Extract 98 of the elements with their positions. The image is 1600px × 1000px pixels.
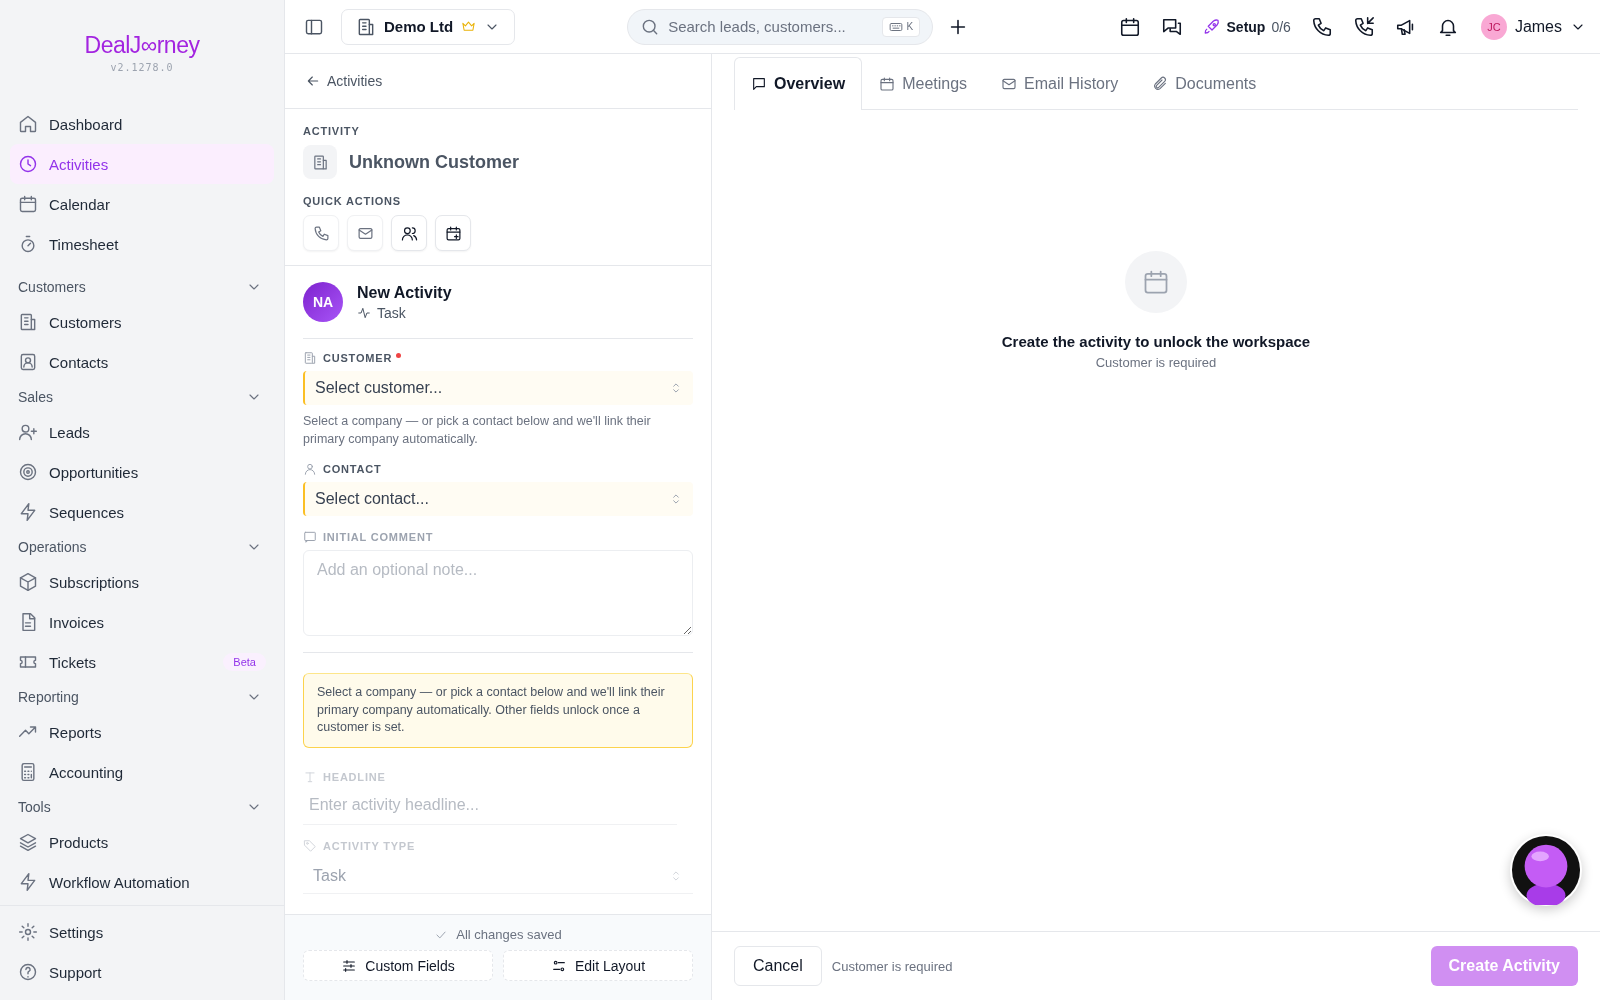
empty-state-subtitle: Customer is required bbox=[1095, 355, 1217, 370]
back-link[interactable]: Activities bbox=[305, 73, 383, 89]
sidebar-item[interactable]: Tickets Beta bbox=[10, 642, 274, 682]
empty-state-title: Create the activity to unlock the workspace bbox=[1001, 333, 1311, 350]
customer-name: Unknown Customer bbox=[349, 151, 519, 173]
sidebar-item[interactable]: Customers bbox=[10, 302, 274, 342]
validation-message: Customer is required bbox=[831, 958, 953, 974]
building-icon bbox=[356, 16, 376, 37]
section-heading: Sales bbox=[18, 389, 54, 405]
sidebar-item[interactable]: Leads bbox=[10, 412, 274, 452]
add-user-icon bbox=[18, 422, 38, 442]
users-button[interactable] bbox=[391, 215, 427, 251]
arrow-left-icon bbox=[305, 73, 321, 89]
assistant-button[interactable] bbox=[1510, 834, 1582, 906]
pulse-icon bbox=[357, 305, 371, 320]
activity-type-label: Task bbox=[357, 304, 452, 321]
tag-icon bbox=[303, 838, 317, 853]
field-label: CUSTOMER bbox=[323, 352, 393, 364]
company-switcher[interactable]: Demo Ltd bbox=[341, 8, 516, 45]
tab[interactable]: Email History bbox=[984, 57, 1136, 110]
avatar: NA bbox=[303, 282, 343, 322]
select-field[interactable]: Select contact... bbox=[303, 482, 693, 516]
sidebar-item[interactable]: Products bbox=[10, 822, 274, 862]
version-label: v2.1278.0 bbox=[110, 62, 174, 73]
sidebar-item[interactable]: Settings bbox=[10, 912, 274, 952]
edit-layout-button[interactable]: Edit Layout bbox=[503, 950, 693, 981]
sidebar-item[interactable]: Opportunities bbox=[10, 452, 274, 492]
sidebar-item[interactable]: Calendar bbox=[10, 184, 274, 224]
select-field[interactable]: Select customer... bbox=[303, 371, 693, 405]
search-field[interactable]: Search leads, customers... K bbox=[627, 8, 934, 45]
sidebar-item[interactable]: Workflow Automation bbox=[10, 862, 274, 902]
user-avatar: JC bbox=[1480, 13, 1507, 40]
field-label: HEADLINE bbox=[323, 770, 386, 783]
help-icon bbox=[18, 962, 38, 982]
comment-field[interactable]: Add an optional note... bbox=[303, 550, 693, 636]
tab[interactable]: Documents bbox=[1135, 57, 1274, 110]
layers-icon bbox=[18, 832, 38, 852]
setup-button[interactable]: Setup 0/6 bbox=[1196, 17, 1297, 36]
field-label: INITIAL COMMENT bbox=[323, 531, 434, 543]
save-status: All changes saved bbox=[456, 927, 562, 942]
sidebar-item[interactable]: Activities bbox=[10, 144, 274, 184]
home-icon bbox=[18, 114, 38, 134]
section-heading: Reporting bbox=[18, 689, 79, 705]
field-hint: Select a company — or pick a contact below and we'll link their primary company automatically. bbox=[303, 413, 652, 448]
field-label: ACTIVITY TYPE bbox=[323, 839, 416, 852]
calendar-plus-icon bbox=[444, 224, 462, 242]
sidebar-item[interactable]: Reports bbox=[10, 712, 274, 752]
lightning-icon bbox=[18, 872, 38, 892]
user-icon bbox=[303, 462, 317, 476]
building-icon bbox=[18, 312, 38, 332]
tab[interactable]: Overview bbox=[734, 57, 863, 110]
section-label: QUICK ACTIONS bbox=[303, 195, 402, 207]
phone-icon bbox=[312, 224, 330, 242]
calculator-icon bbox=[18, 762, 38, 782]
sidebar-item[interactable]: Invoices bbox=[10, 602, 274, 642]
box-icon bbox=[18, 572, 38, 592]
calendar-icon bbox=[879, 76, 896, 92]
clock-icon bbox=[18, 154, 38, 174]
target-icon bbox=[18, 462, 38, 482]
building-icon bbox=[303, 351, 317, 365]
user-menu[interactable]: JC James bbox=[1480, 13, 1586, 40]
sidebar-item[interactable]: Subscriptions bbox=[10, 562, 274, 602]
field-label: CONTACT bbox=[323, 463, 382, 475]
contact-card-icon bbox=[18, 352, 38, 372]
mascot-icon bbox=[1511, 835, 1581, 905]
logo: DealJ∞rney bbox=[84, 32, 200, 59]
sidebar-item[interactable]: Contacts bbox=[10, 342, 274, 382]
tab[interactable]: Meetings bbox=[862, 57, 985, 110]
calendar-icon bbox=[1118, 15, 1141, 38]
notice-box: Select a company — or pick a contact below and we'll link their primary company automatically. Other fields unlock once a customer is set. bbox=[303, 673, 693, 748]
users-icon bbox=[400, 224, 418, 242]
crown-icon bbox=[461, 19, 477, 34]
section-label: ACTIVITY bbox=[303, 125, 361, 137]
mail-icon bbox=[1001, 76, 1018, 92]
section-heading: Customers bbox=[18, 279, 86, 295]
paperclip-icon bbox=[1152, 76, 1169, 92]
custom-fields-button[interactable]: Custom Fields bbox=[303, 950, 493, 981]
record-title: New Activity bbox=[357, 283, 452, 302]
text-icon bbox=[303, 769, 317, 784]
sidebar-item[interactable]: Timesheet bbox=[10, 224, 274, 264]
sidebar-item[interactable]: Support bbox=[10, 952, 274, 992]
lightning-icon bbox=[18, 502, 38, 522]
sidebar-item[interactable]: Dashboard bbox=[10, 104, 274, 144]
phone-icon bbox=[1310, 15, 1333, 38]
sidebar-item[interactable]: Sequences bbox=[10, 492, 274, 532]
comment-icon bbox=[303, 530, 317, 544]
message-icon bbox=[751, 76, 767, 92]
shortcut-key: K bbox=[906, 21, 914, 32]
sliders-icon bbox=[341, 957, 358, 974]
sidebar-item[interactable]: Accounting bbox=[10, 752, 274, 792]
beta-badge: Beta bbox=[223, 653, 266, 671]
section-heading: Operations bbox=[18, 539, 87, 555]
calendar-icon bbox=[18, 194, 38, 214]
calendar-plus-button[interactable] bbox=[435, 215, 471, 251]
cancel-button[interactable]: Cancel bbox=[734, 946, 822, 986]
incoming-call-icon bbox=[1352, 15, 1375, 38]
section-heading: Tools bbox=[18, 799, 51, 815]
building-icon bbox=[303, 145, 337, 179]
